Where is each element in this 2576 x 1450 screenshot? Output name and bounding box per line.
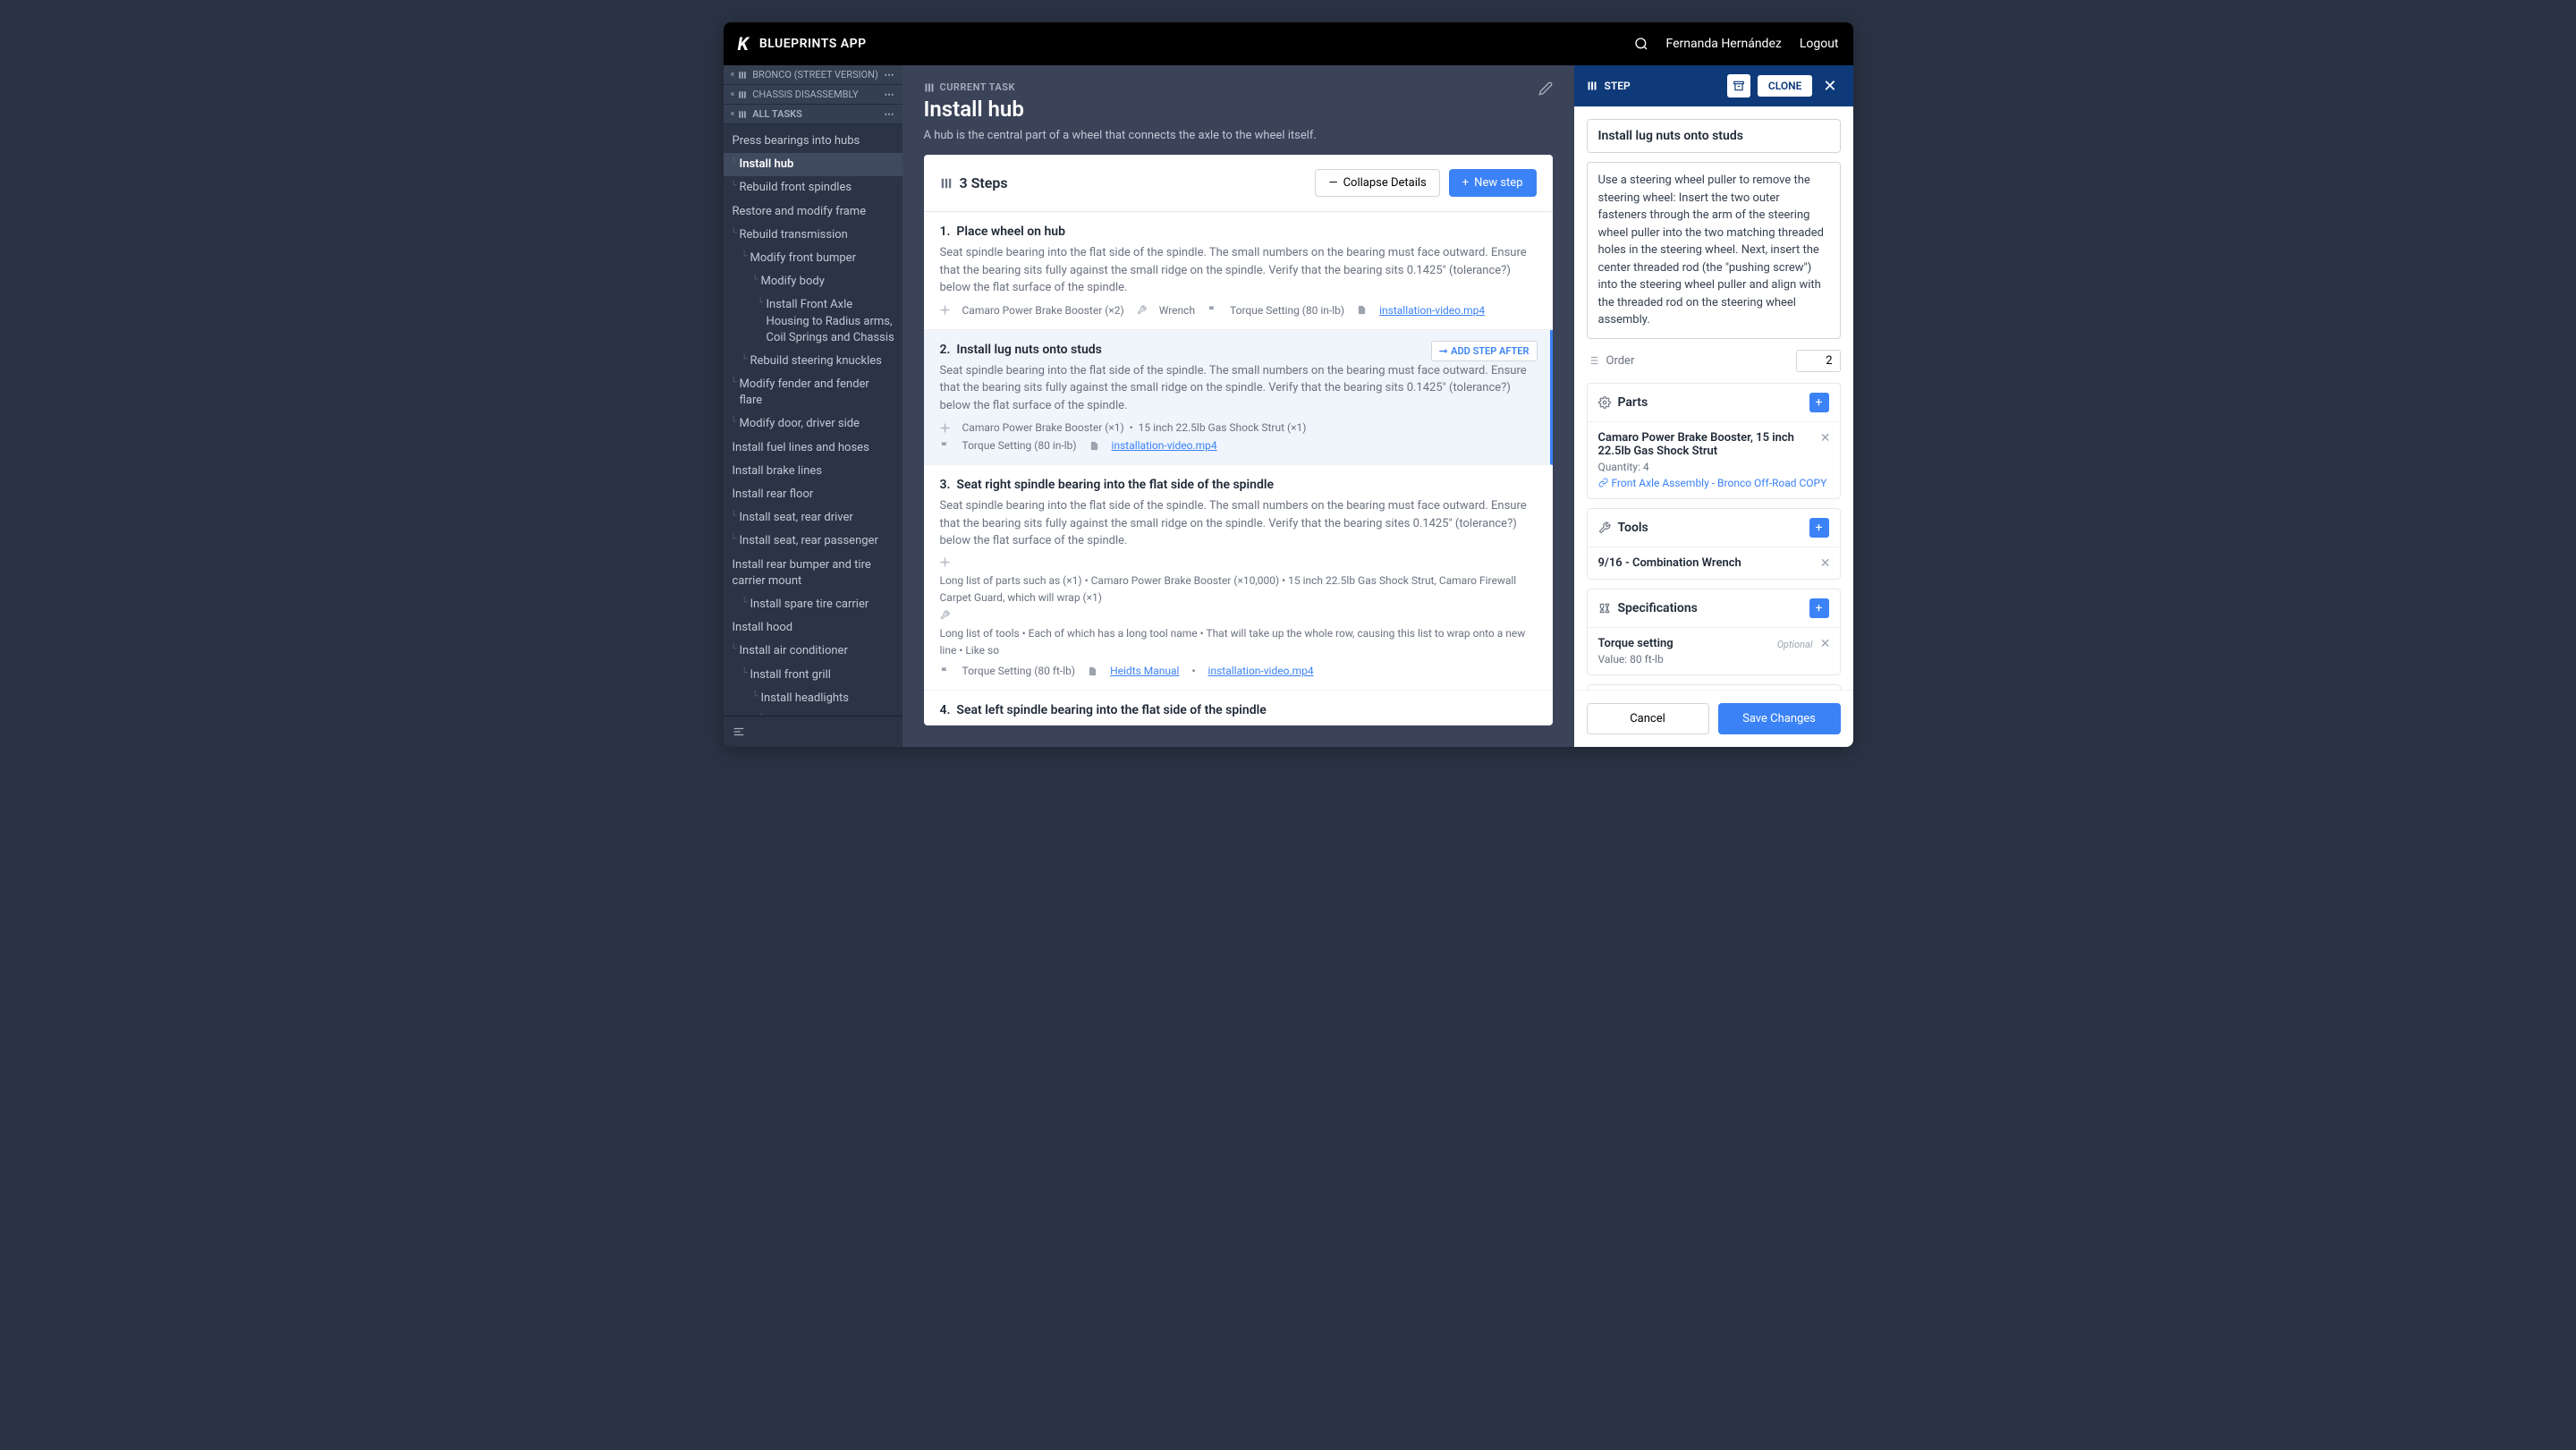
- tree-item[interactable]: Install headlights: [724, 687, 902, 710]
- parts-section-title: Parts: [1618, 395, 1802, 410]
- tree-item[interactable]: Install air conditioner: [724, 640, 902, 663]
- tree-item[interactable]: Modify front bumper: [724, 247, 902, 270]
- step-body: Seat spindle bearing into the flat side …: [940, 244, 1537, 297]
- attachment-link[interactable]: installation-video.mp4: [1379, 304, 1485, 317]
- attachment-link[interactable]: installation-video.mp4: [1112, 439, 1217, 452]
- tree-item[interactable]: Install fuel lines and hoses: [724, 437, 902, 460]
- tree-item[interactable]: Rebuild front spindles: [724, 176, 902, 199]
- close-icon[interactable]: ✕: [1819, 77, 1840, 96]
- step-description-field[interactable]: Use a steering wheel puller to remove th…: [1587, 162, 1841, 339]
- spec-item: Torque setting Value: 80 ft-lb Optional …: [1588, 628, 1840, 674]
- tree-item[interactable]: Install spare tire carrier: [724, 593, 902, 616]
- breadcrumb-menu-icon[interactable]: ⋯: [885, 69, 895, 81]
- app-header: K BLUEPRINTS APP Fernanda Hernández Logo…: [724, 22, 1853, 65]
- optional-label: Optional: [1777, 639, 1813, 650]
- order-input[interactable]: [1796, 350, 1841, 372]
- remove-part-icon[interactable]: ✕: [1820, 431, 1831, 445]
- logout-link[interactable]: Logout: [1800, 37, 1839, 51]
- step-item[interactable]: 4. Seat left spindle bearing into the fl…: [924, 691, 1553, 725]
- cancel-button[interactable]: Cancel: [1587, 703, 1709, 734]
- sidebar: «BRONCO (STREET VERSION)⋯«CHASSIS DISASS…: [724, 65, 902, 747]
- step-title-field[interactable]: Install lug nuts onto studs: [1587, 119, 1841, 153]
- tree-item[interactable]: Press bearings into hubs: [724, 130, 902, 153]
- tree-item[interactable]: Install hood: [724, 616, 902, 640]
- tool-item: 9/16 - Combination Wrench ✕: [1588, 547, 1840, 579]
- step-detail-panel: STEP CLONE ✕ Install lug nuts onto studs…: [1574, 65, 1853, 747]
- steps-card: 3 Steps —Collapse Details +New step 1. P…: [924, 155, 1553, 725]
- step-title: 3. Seat right spindle bearing into the f…: [940, 478, 1537, 492]
- detail-header-label: STEP: [1605, 80, 1720, 92]
- add-spec-button[interactable]: +: [1809, 598, 1829, 618]
- tree-item[interactable]: Rebuild transmission: [724, 224, 902, 247]
- part-assembly-link[interactable]: Front Axle Assembly - Bronco Off-Road CO…: [1598, 477, 1829, 489]
- breadcrumb-item[interactable]: «CHASSIS DISASSEMBLY⋯: [724, 85, 902, 105]
- clone-button[interactable]: CLONE: [1758, 75, 1813, 97]
- search-icon[interactable]: [1634, 37, 1648, 51]
- tree-item[interactable]: Install rear floor: [724, 483, 902, 506]
- part-item: Camaro Power Brake Booster, 15 inch 22.5…: [1588, 422, 1840, 498]
- step-body: Seat spindle bearing into the flat side …: [940, 723, 1537, 725]
- attachment-link[interactable]: installation-video.mp4: [1208, 665, 1314, 677]
- task-tree: Press bearings into hubsInstall hubRebui…: [724, 124, 902, 716]
- step-item[interactable]: 2. Install lug nuts onto studsSeat spind…: [924, 330, 1553, 466]
- tree-item[interactable]: Modify body: [724, 270, 902, 293]
- new-step-button[interactable]: +New step: [1449, 169, 1537, 197]
- collapse-details-button[interactable]: —Collapse Details: [1315, 169, 1439, 197]
- main-panel: CURRENT TASK Install hub A hub is the ce…: [902, 65, 1574, 747]
- task-title: Install hub: [924, 97, 1553, 122]
- step-item[interactable]: 3. Seat right spindle bearing into the f…: [924, 465, 1553, 691]
- app-logo: K: [738, 33, 749, 55]
- steps-count: 3 Steps: [940, 174, 1008, 191]
- tree-item[interactable]: Modify door, driver side: [724, 412, 902, 436]
- current-task-label: CURRENT TASK: [924, 81, 1553, 93]
- add-tool-button[interactable]: +: [1809, 518, 1829, 538]
- add-part-button[interactable]: +: [1809, 393, 1829, 412]
- step-title: 4. Seat left spindle bearing into the fl…: [940, 703, 1537, 717]
- step-title: 1. Place wheel on hub: [940, 225, 1537, 239]
- tree-item[interactable]: Install front turn signals: [724, 710, 902, 716]
- attachment-link[interactable]: Heidts Manual: [1110, 665, 1179, 677]
- tree-item[interactable]: Install seat, rear driver: [724, 506, 902, 530]
- app-title: BLUEPRINTS APP: [759, 37, 867, 51]
- save-button[interactable]: Save Changes: [1718, 703, 1841, 734]
- edit-icon[interactable]: [1538, 81, 1553, 96]
- tree-item[interactable]: Install hub: [724, 153, 902, 176]
- add-step-after-button[interactable]: ⊸ ADD STEP AFTER: [1431, 341, 1538, 361]
- tree-item[interactable]: Install brake lines: [724, 460, 902, 483]
- tree-item[interactable]: Modify fender and fender flare: [724, 373, 902, 412]
- breadcrumb-item[interactable]: «BRONCO (STREET VERSION)⋯: [724, 65, 902, 85]
- breadcrumb-menu-icon[interactable]: ⋯: [885, 108, 895, 120]
- user-name[interactable]: Fernanda Hernández: [1666, 37, 1782, 51]
- tree-item[interactable]: Install Front Axle Housing to Radius arm…: [724, 293, 902, 350]
- order-label: Order: [1606, 354, 1789, 368]
- step-item[interactable]: 1. Place wheel on hub Seat spindle bearin…: [924, 212, 1553, 330]
- tree-item[interactable]: Install front grill: [724, 664, 902, 687]
- remove-spec-icon[interactable]: ✕: [1820, 637, 1831, 651]
- tree-item[interactable]: Rebuild steering knuckles: [724, 350, 902, 373]
- breadcrumb-menu-icon[interactable]: ⋯: [885, 89, 895, 100]
- tree-item[interactable]: Restore and modify frame: [724, 200, 902, 224]
- specs-section-title: Specifications: [1618, 601, 1802, 615]
- tree-item[interactable]: Install seat, rear passenger: [724, 530, 902, 553]
- tools-section-title: Tools: [1618, 521, 1802, 535]
- tree-item[interactable]: Install rear bumper and tire carrier mou…: [724, 554, 902, 593]
- archive-button[interactable]: [1727, 74, 1750, 98]
- breadcrumb-item[interactable]: «ALL TASKS⋯: [724, 105, 902, 124]
- sidebar-toggle[interactable]: [724, 716, 902, 747]
- step-body: Seat spindle bearing into the flat side …: [940, 362, 1534, 415]
- task-description: A hub is the central part of a wheel tha…: [924, 129, 1553, 142]
- remove-tool-icon[interactable]: ✕: [1820, 556, 1831, 571]
- step-body: Seat spindle bearing into the flat side …: [940, 497, 1537, 550]
